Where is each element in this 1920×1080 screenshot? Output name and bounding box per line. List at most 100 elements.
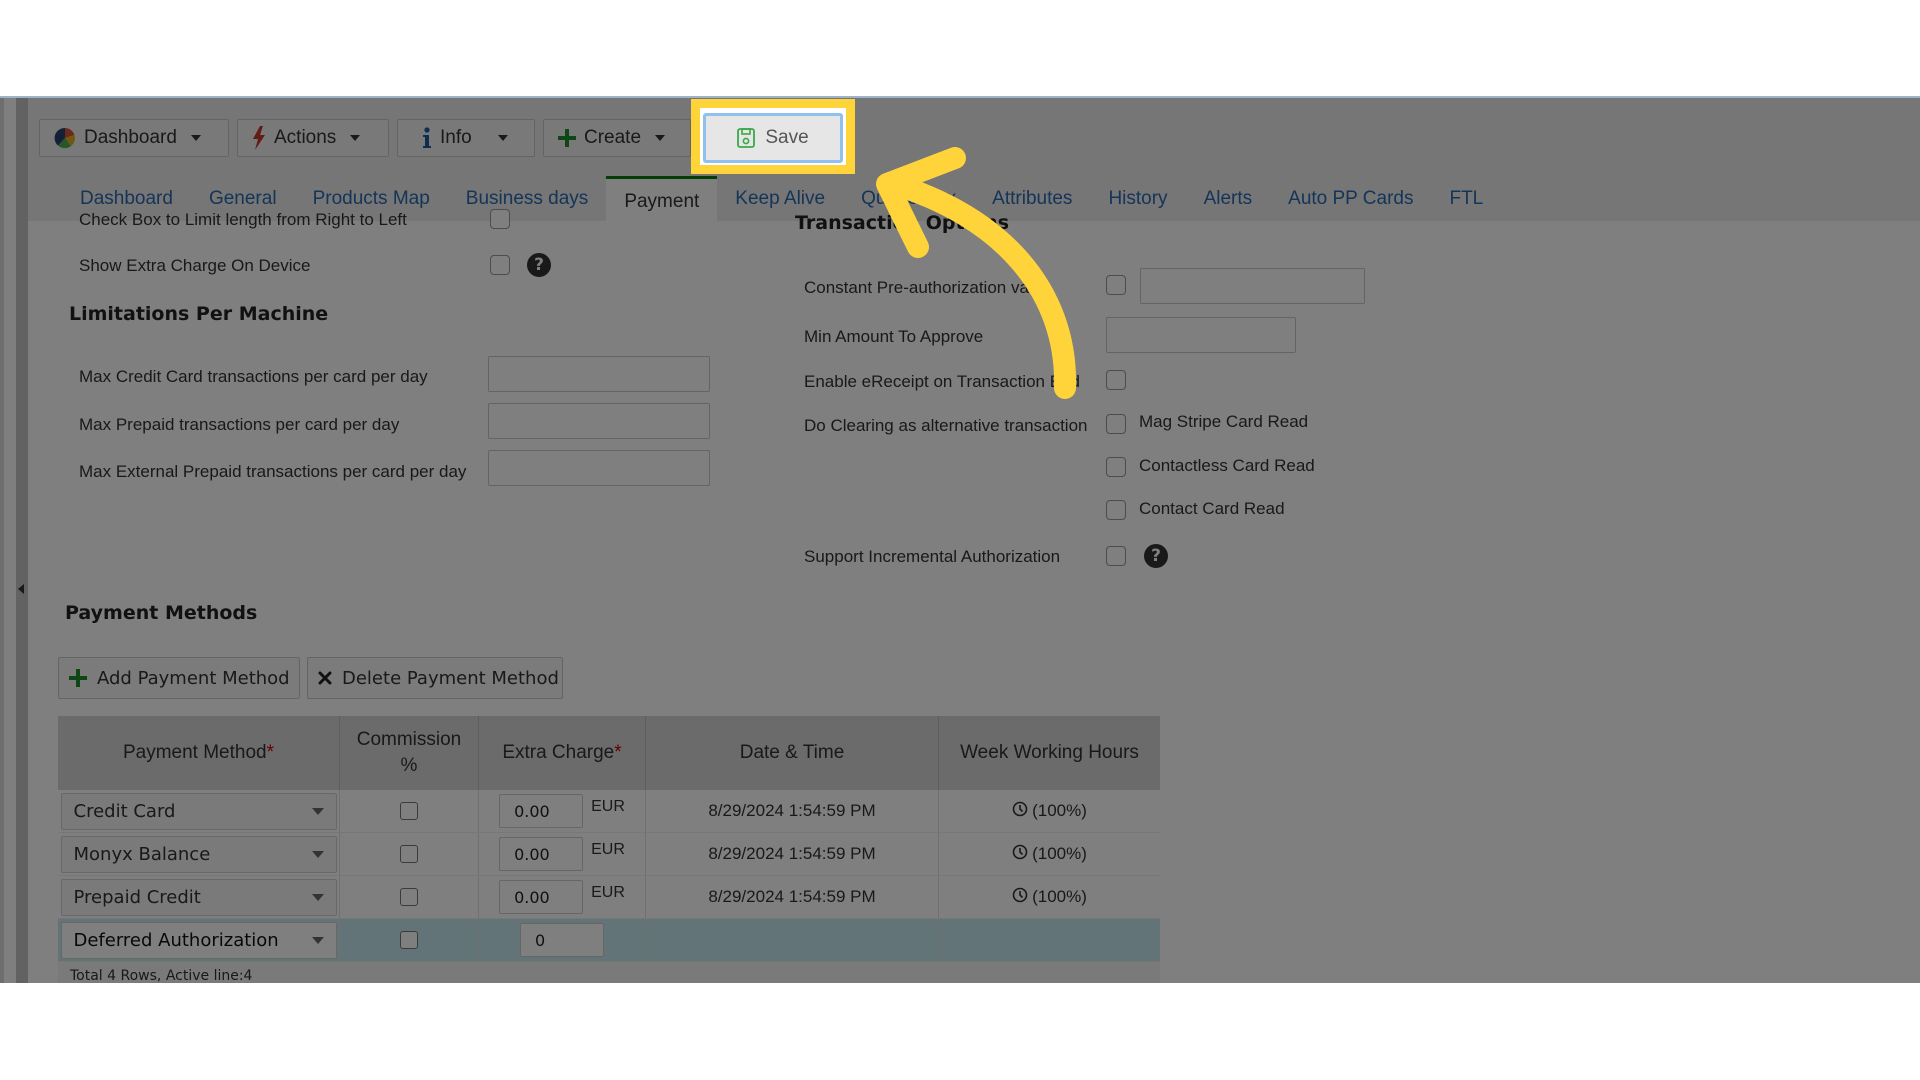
add-payment-method-button[interactable]: Add Payment Method (58, 657, 300, 699)
incremental-auth-checkbox[interactable] (1106, 546, 1126, 566)
date-time-cell: 8/29/2024 1:54:59 PM (646, 876, 939, 918)
side-panel-splitter[interactable] (16, 98, 28, 983)
toolbar: Dashboard Actions Info Create (39, 119, 691, 157)
ereceipt-checkbox[interactable] (1106, 370, 1126, 390)
column-payment-method[interactable]: Payment Method * (58, 716, 340, 790)
commission-checkbox[interactable] (400, 931, 418, 949)
app-window: Dashboard Actions Info Create Dashboard … (0, 96, 1920, 983)
contact-checkbox[interactable] (1106, 500, 1126, 520)
column-extra-charge[interactable]: Extra Charge * (479, 716, 646, 790)
max-prepaid-input[interactable] (488, 403, 710, 439)
show-extra-charge-label: Show Extra Charge On Device (79, 256, 311, 275)
tab-business-days[interactable]: Business days (448, 176, 607, 221)
info-icon (422, 127, 432, 149)
week-hours-cell[interactable]: (100%) (939, 876, 1160, 918)
incremental-auth-label: Support Incremental Authorization (804, 547, 1061, 566)
const-preauth-label: Constant Pre-authorization value (804, 278, 1052, 297)
actions-menu-label: Actions (274, 127, 337, 148)
payment-tab-content: Check Box to Limit length from Right to … (44, 209, 1920, 983)
create-menu-button[interactable]: Create (543, 119, 691, 157)
help-icon[interactable]: ? (527, 253, 551, 277)
add-payment-method-label: Add Payment Method (97, 667, 290, 689)
select-value: Prepaid Credit (73, 886, 201, 908)
max-credit-input[interactable] (488, 356, 710, 392)
payment-methods-title: Payment Methods (65, 602, 258, 624)
create-menu-label: Create (584, 127, 642, 148)
grid-header: Payment Method * Commission % Extra Charg… (58, 716, 1160, 790)
column-label: Commission (356, 729, 462, 751)
info-menu-button[interactable]: Info (397, 119, 535, 157)
close-icon (318, 671, 332, 685)
week-hours-cell[interactable]: (100%) (939, 790, 1160, 832)
column-label: % (400, 755, 418, 776)
tab-alerts[interactable]: Alerts (1186, 176, 1271, 221)
extra-charge-input[interactable]: 0.00 (499, 837, 584, 871)
clock-icon (1012, 887, 1028, 908)
week-hours-cell[interactable]: (100%) (939, 833, 1160, 875)
extra-charge-input[interactable]: 0.00 (499, 880, 584, 914)
table-row[interactable]: Credit Card 0.00 EUR 8/29/2024 1:54:59 PM… (58, 790, 1160, 833)
commission-cell (340, 919, 479, 961)
tab-ftl[interactable]: FTL (1431, 176, 1501, 221)
extra-charge-input[interactable]: 0.00 (499, 794, 584, 828)
chevron-down-icon (350, 135, 361, 141)
extra-charge-cell: 0.00 EUR (479, 790, 646, 832)
column-date-time[interactable]: Date & Time (646, 716, 939, 790)
commission-checkbox[interactable] (400, 888, 418, 906)
mag-stripe-checkbox[interactable] (1106, 414, 1126, 434)
week-hours-value: (100%) (1032, 887, 1087, 906)
help-icon[interactable]: ? (1144, 544, 1168, 568)
min-amount-label: Min Amount To Approve (804, 327, 984, 346)
date-time-cell (646, 919, 939, 961)
dashboard-menu-button[interactable]: Dashboard (39, 119, 229, 157)
commission-checkbox[interactable] (400, 802, 418, 820)
table-row[interactable]: Monyx Balance 0.00 EUR 8/29/2024 1:54:59 … (58, 833, 1160, 876)
show-extra-charge-checkbox[interactable] (490, 255, 510, 275)
date-time-cell: 8/29/2024 1:54:59 PM (646, 833, 939, 875)
currency-label: EUR (591, 798, 625, 815)
const-preauth-checkbox[interactable] (1106, 275, 1126, 295)
left-edge (0, 98, 4, 983)
week-hours-cell[interactable] (939, 919, 1160, 961)
payment-method-select[interactable]: Credit Card (60, 792, 337, 830)
clock-icon (1012, 801, 1028, 822)
tab-payment[interactable]: Payment (606, 176, 718, 221)
commission-cell (340, 790, 479, 832)
column-commission[interactable]: Commission % (340, 716, 479, 790)
limit-rtl-checkbox[interactable] (490, 209, 510, 229)
actions-menu-button[interactable]: Actions (237, 119, 389, 157)
extra-charge-cell: 0.00 EUR (479, 876, 646, 918)
chevron-down-icon (311, 936, 324, 944)
tab-auto-pp-cards[interactable]: Auto PP Cards (1270, 176, 1431, 221)
week-hours-value: (100%) (1032, 801, 1087, 820)
delete-payment-method-button[interactable]: Delete Payment Method (307, 657, 563, 699)
payment-method-select[interactable]: Monyx Balance (60, 835, 337, 873)
extra-charge-input[interactable]: 0 (520, 923, 604, 957)
header: Dashboard Actions Info Create Dashboard … (28, 98, 1920, 221)
tab-history[interactable]: History (1090, 176, 1185, 221)
info-menu-label: Info (440, 127, 472, 148)
commission-checkbox[interactable] (400, 845, 418, 863)
save-button[interactable]: Save (703, 113, 843, 163)
payment-method-select[interactable]: Deferred Authorization (60, 921, 337, 959)
week-hours-value: (100%) (1032, 844, 1087, 863)
column-label: Extra Charge (502, 742, 615, 764)
collapse-panel-icon[interactable] (18, 584, 24, 594)
column-week-working-hours[interactable]: Week Working Hours (939, 716, 1160, 790)
table-row-active[interactable]: Deferred Authorization 0 (58, 919, 1160, 962)
const-preauth-input[interactable] (1140, 268, 1365, 304)
min-amount-input[interactable] (1106, 317, 1296, 353)
max-credit-label: Max Credit Card transactions per card pe… (79, 367, 428, 386)
extra-charge-cell: 0 (479, 919, 646, 961)
max-ext-prepaid-input[interactable] (488, 450, 710, 486)
limitations-title: Limitations Per Machine (69, 303, 329, 325)
dashboard-menu-label: Dashboard (84, 127, 177, 148)
payment-method-select[interactable]: Prepaid Credit (60, 878, 337, 916)
payment-methods-grid: Payment Method * Commission % Extra Charg… (58, 716, 1160, 983)
method-cell: Prepaid Credit (58, 876, 340, 918)
column-label: Payment Method (122, 742, 267, 764)
select-value: Credit Card (73, 800, 176, 822)
contactless-checkbox[interactable] (1106, 457, 1126, 477)
table-row[interactable]: Prepaid Credit 0.00 EUR 8/29/2024 1:54:59… (58, 876, 1160, 919)
max-prepaid-label: Max Prepaid transactions per card per da… (79, 415, 400, 434)
